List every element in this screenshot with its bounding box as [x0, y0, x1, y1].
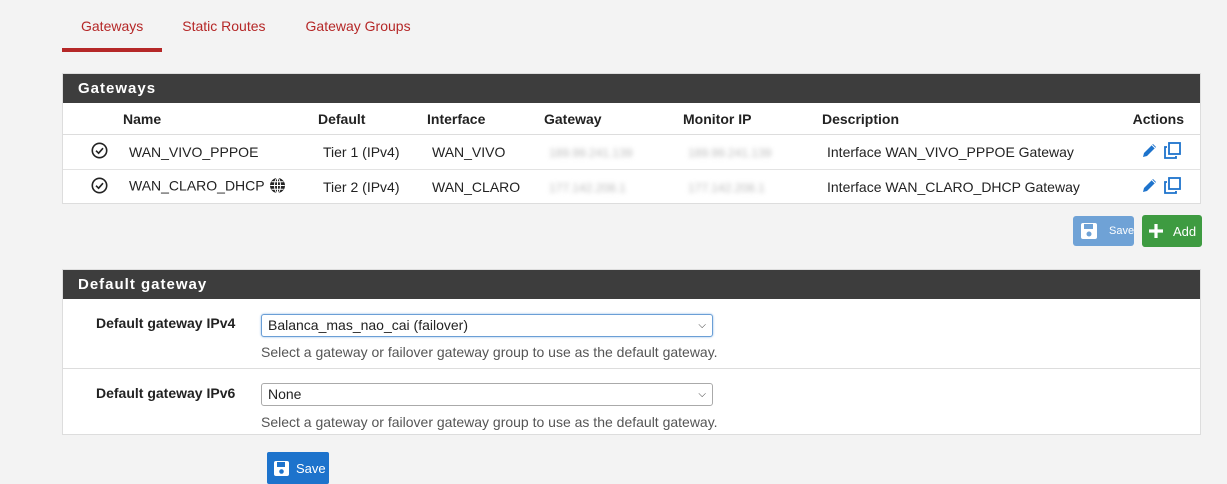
col-interface: Interface: [427, 103, 544, 135]
ipv6-gateway-select[interactable]: None ⌵: [261, 383, 713, 406]
gateway-interface: WAN_VIVO: [427, 134, 544, 170]
monitor-ip: 189.99.241.139: [688, 146, 772, 160]
ipv4-label: Default gateway IPv4: [96, 315, 236, 331]
col-default: Default: [318, 103, 427, 135]
gateways-panel: Gateways Name Default Interface Gateway …: [62, 73, 1201, 204]
save-order-label: Save: [1109, 225, 1135, 237]
tab-bar: Gateways Static Routes Gateway Groups: [62, 0, 431, 52]
table-row: WAN_CLARO_DHCP Tier 2 (IPv4) WAN_CLARO 1…: [63, 170, 1200, 205]
tab-gateway-groups[interactable]: Gateway Groups: [286, 0, 431, 52]
monitor-ip: 177.142.208.1: [688, 181, 765, 195]
default-gateway-panel: Default gateway Default gateway IPv4 Bal…: [62, 269, 1201, 435]
col-name: Name: [123, 103, 318, 135]
add-label: Add: [1173, 223, 1197, 239]
check-circle-icon: [91, 177, 108, 197]
default-gateway-panel-title: Default gateway: [63, 270, 1200, 299]
save-button[interactable]: Save: [267, 452, 329, 484]
col-gateway: Gateway: [544, 103, 683, 135]
tab-static-routes[interactable]: Static Routes: [162, 0, 285, 52]
check-circle-icon: [91, 142, 108, 162]
save-icon: [273, 460, 290, 477]
edit-icon[interactable]: [1140, 141, 1159, 163]
tab-gateways[interactable]: Gateways: [62, 0, 163, 52]
chevron-down-icon: ⌵: [698, 320, 706, 331]
plus-icon: [1147, 222, 1165, 240]
gateway-description: Interface WAN_VIVO_PPPOE Gateway: [822, 134, 1122, 170]
gateway-default: Tier 2 (IPv4): [323, 179, 400, 195]
gateway-interface: WAN_CLARO: [432, 179, 521, 195]
edit-icon[interactable]: [1140, 176, 1159, 198]
gateway-name: WAN_CLARO_DHCP: [129, 177, 265, 194]
add-gateway-button[interactable]: Add: [1142, 215, 1202, 247]
gateway-name: WAN_VIVO_PPPOE: [123, 134, 318, 170]
ipv4-row: Default gateway IPv4 Balanca_mas_nao_cai…: [63, 299, 1200, 369]
ipv6-label: Default gateway IPv6: [96, 385, 236, 401]
chevron-down-icon: ⌵: [698, 389, 706, 400]
copy-icon[interactable]: [1163, 176, 1182, 198]
save-icon: [1079, 221, 1099, 241]
gateway-ip: 189.99.241.139: [549, 146, 633, 160]
ipv6-help-text: Select a gateway or failover gateway gro…: [261, 414, 718, 430]
gateway-default: Tier 1 (IPv4): [318, 134, 427, 170]
save-label: Save: [296, 460, 326, 476]
gateway-ip: 177.142.208.1: [549, 181, 626, 195]
table-row: WAN_VIVO_PPPOE Tier 1 (IPv4) WAN_VIVO 18…: [63, 134, 1200, 170]
ipv4-help-text: Select a gateway or failover gateway gro…: [261, 344, 718, 360]
col-description: Description: [822, 103, 1122, 135]
table-header-row: Name Default Interface Gateway Monitor I…: [63, 103, 1200, 135]
globe-icon: [269, 177, 286, 197]
col-monitor-ip: Monitor IP: [683, 103, 822, 135]
gateways-panel-title: Gateways: [63, 74, 1200, 103]
gateways-table: Name Default Interface Gateway Monitor I…: [63, 103, 1200, 204]
gateway-description: Interface WAN_CLARO_DHCP Gateway: [827, 179, 1080, 195]
copy-icon[interactable]: [1163, 141, 1182, 163]
save-order-button[interactable]: Save: [1073, 216, 1134, 246]
ipv6-row: Default gateway IPv6 None ⌵ Select a gat…: [63, 369, 1200, 438]
ipv4-selected-value: Balanca_mas_nao_cai (failover): [268, 317, 468, 333]
col-actions: Actions: [1122, 103, 1200, 135]
ipv6-selected-value: None: [268, 386, 302, 402]
ipv4-gateway-select[interactable]: Balanca_mas_nao_cai (failover) ⌵: [261, 314, 713, 337]
